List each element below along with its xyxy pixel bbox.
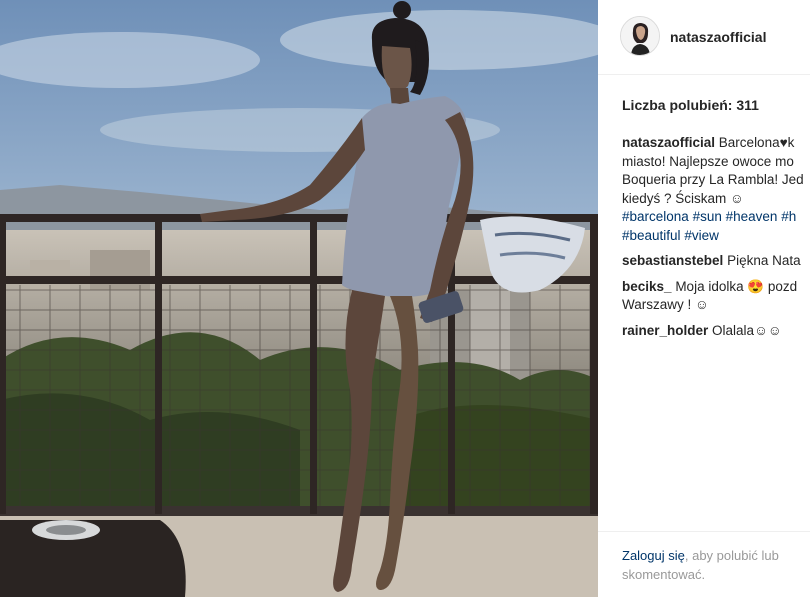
login-prompt: Zaloguj się, aby polubić lub skomentować… xyxy=(622,546,810,584)
post-header: nataszaofficial xyxy=(598,0,810,75)
comment-item: beciks_ Moja idolka 😍 pozd Warszawy ! ☺ xyxy=(622,278,810,315)
hashtag-link[interactable]: #beautiful xyxy=(622,228,681,243)
comment-item: sebastianstebel Piękna Nata xyxy=(622,252,810,271)
caption-text-2: miasto! Najlepsze owoce mo xyxy=(622,153,794,169)
avatar-image xyxy=(621,17,659,55)
post-photo[interactable] xyxy=(0,0,598,597)
comments-list: nataszaofficial Barcelona♥k miasto! Najl… xyxy=(622,134,810,347)
comment-text: Piękna Nata xyxy=(727,253,801,268)
photo-image xyxy=(0,0,598,597)
comment-text: Olalala☺☺ xyxy=(712,322,782,338)
comment-text-cont: Warszawy ! ☺ xyxy=(622,297,709,312)
post-username[interactable]: nataszaofficial xyxy=(670,29,766,45)
caption-text-1b: k xyxy=(787,135,795,150)
comment-username[interactable]: sebastianstebel xyxy=(622,253,723,268)
likes-count[interactable]: Liczba polubień: 311 xyxy=(622,97,759,113)
hashtag-link[interactable]: #view xyxy=(684,228,719,243)
hashtag-link[interactable]: #heaven xyxy=(726,209,778,224)
heart-icon: ♥ xyxy=(779,135,788,150)
comment-item: rainer_holder Olalala☺☺ xyxy=(622,322,810,341)
caption-text-4: kiedyś ? Ściskam ☺ xyxy=(622,190,744,206)
login-link[interactable]: Zaloguj się xyxy=(622,548,685,563)
caption: nataszaofficial Barcelona♥k miasto! Najl… xyxy=(622,134,810,245)
hashtag-link[interactable]: #h xyxy=(781,209,796,224)
comment-username[interactable]: rainer_holder xyxy=(622,323,708,338)
comment-username[interactable]: beciks_ xyxy=(622,279,672,294)
avatar[interactable] xyxy=(620,16,660,56)
caption-text-3: Boqueria przy La Rambla! Jed xyxy=(622,172,804,187)
post-footer: Zaloguj się, aby polubić lub skomentować… xyxy=(598,531,810,597)
hashtag-link[interactable]: #barcelona xyxy=(622,209,689,224)
post-side-panel: nataszaofficial Liczba polubień: 311 nat… xyxy=(598,0,810,597)
hashtag-link[interactable]: #sun xyxy=(693,209,722,224)
caption-text-1: Barcelona xyxy=(718,135,780,150)
comment-text: Moja idolka 😍 pozd xyxy=(675,278,798,294)
caption-username[interactable]: nataszaofficial xyxy=(622,135,715,150)
